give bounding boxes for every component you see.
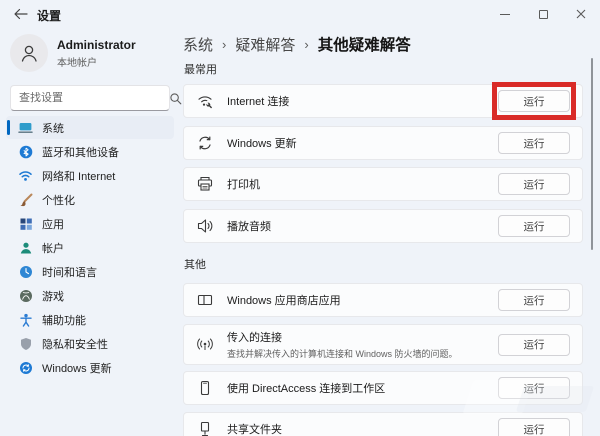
sidebar-item-windows-update[interactable]: Windows 更新 bbox=[6, 356, 174, 379]
sidebar: Administrator 本地帐户 系统 蓝牙和其他设备 网络和 Intern… bbox=[0, 28, 180, 436]
minimize-button[interactable] bbox=[486, 0, 524, 28]
titlebar: 设置 bbox=[0, 0, 600, 28]
row-label: 使用 DirectAccess 连接到工作区 bbox=[227, 380, 385, 396]
sidebar-item-time-language[interactable]: 时间和语言 bbox=[6, 260, 174, 283]
sidebar-item-label: 应用 bbox=[42, 216, 64, 232]
xbox-icon bbox=[18, 288, 33, 303]
accessibility-person-icon bbox=[18, 312, 33, 327]
user-name: Administrator bbox=[57, 38, 136, 52]
breadcrumb-separator: › bbox=[222, 37, 226, 52]
maximize-button[interactable] bbox=[524, 0, 562, 28]
sidebar-item-label: 网络和 Internet bbox=[42, 168, 115, 184]
troubleshooter-row-directaccess: 使用 DirectAccess 连接到工作区 运行 bbox=[183, 371, 583, 405]
apps-grid-icon bbox=[18, 216, 33, 231]
breadcrumb-system[interactable]: 系统 bbox=[183, 34, 213, 55]
maximize-icon bbox=[539, 10, 548, 19]
shared-folder-icon bbox=[196, 420, 214, 436]
sidebar-item-label: 时间和语言 bbox=[42, 264, 97, 280]
troubleshooter-row-store-apps: Windows 应用商店应用 运行 bbox=[183, 283, 583, 317]
sidebar-item-accessibility[interactable]: 辅助功能 bbox=[6, 308, 174, 331]
run-button-incoming-connections[interactable]: 运行 bbox=[498, 334, 570, 356]
row-subtitle: 查找并解决传入的计算机连接和 Windows 防火墙的问题。 bbox=[227, 347, 458, 360]
wifi-wrench-icon bbox=[196, 92, 214, 110]
window-title: 设置 bbox=[37, 7, 61, 24]
section-other: 其他 bbox=[184, 256, 206, 272]
system-icon bbox=[18, 120, 33, 135]
run-button-directaccess[interactable]: 运行 bbox=[498, 377, 570, 399]
user-account-type: 本地帐户 bbox=[57, 54, 136, 69]
sidebar-item-bluetooth-devices[interactable]: 蓝牙和其他设备 bbox=[6, 140, 174, 163]
troubleshooter-row-internet: Internet 连接 运行 bbox=[183, 84, 583, 118]
row-label: Windows 应用商店应用 bbox=[227, 292, 341, 308]
update-icon bbox=[18, 360, 33, 375]
breadcrumb-troubleshoot[interactable]: 疑难解答 bbox=[235, 34, 295, 55]
sidebar-item-apps[interactable]: 应用 bbox=[6, 212, 174, 235]
brush-icon bbox=[18, 192, 33, 207]
troubleshooter-row-shared-folders: 共享文件夹 运行 bbox=[183, 412, 583, 436]
bluetooth-icon bbox=[18, 144, 33, 159]
account-person-icon bbox=[18, 240, 33, 255]
sidebar-item-network-internet[interactable]: 网络和 Internet bbox=[6, 164, 174, 187]
shield-icon bbox=[18, 336, 33, 351]
back-arrow-icon bbox=[14, 8, 28, 20]
breadcrumb-separator: › bbox=[304, 37, 308, 52]
sidebar-item-label: 辅助功能 bbox=[42, 312, 86, 328]
row-label: Internet 连接 bbox=[227, 93, 289, 109]
row-label: 播放音频 bbox=[227, 218, 271, 234]
minimize-icon bbox=[500, 14, 510, 15]
troubleshooter-row-printer: 打印机 运行 bbox=[183, 167, 583, 201]
page-title: 其他疑难解答 bbox=[318, 33, 411, 55]
workplace-device-icon bbox=[196, 379, 214, 397]
back-button[interactable] bbox=[10, 5, 32, 23]
store-icon bbox=[196, 291, 214, 309]
avatar bbox=[10, 34, 48, 72]
sidebar-item-gaming[interactable]: 游戏 bbox=[6, 284, 174, 307]
run-button-store-apps[interactable]: 运行 bbox=[498, 289, 570, 311]
sidebar-item-label: 隐私和安全性 bbox=[42, 336, 108, 352]
sidebar-item-label: 个性化 bbox=[42, 192, 75, 208]
sync-icon bbox=[196, 134, 214, 152]
user-account[interactable]: Administrator 本地帐户 bbox=[10, 34, 136, 72]
troubleshooter-row-incoming-connections: 传入的连接 查找并解决传入的计算机连接和 Windows 防火墙的问题。 运行 bbox=[183, 324, 583, 365]
close-icon bbox=[576, 9, 586, 19]
row-label: 共享文件夹 bbox=[227, 421, 282, 436]
row-label: 传入的连接 bbox=[227, 329, 458, 345]
sidebar-item-personalization[interactable]: 个性化 bbox=[6, 188, 174, 211]
run-button-internet[interactable]: 运行 bbox=[498, 90, 570, 112]
troubleshooter-row-audio: 播放音频 运行 bbox=[183, 209, 583, 243]
printer-icon bbox=[196, 175, 214, 193]
troubleshooter-row-windows-update: Windows 更新 运行 bbox=[183, 126, 583, 160]
run-button-windows-update[interactable]: 运行 bbox=[498, 132, 570, 154]
scrollbar[interactable] bbox=[591, 58, 593, 250]
sidebar-item-label: 帐户 bbox=[42, 240, 64, 256]
sidebar-item-accounts[interactable]: 帐户 bbox=[6, 236, 174, 259]
clock-globe-icon bbox=[18, 264, 33, 279]
section-most-frequent: 最常用 bbox=[184, 61, 217, 77]
incoming-connection-icon bbox=[196, 336, 214, 354]
sidebar-item-label: Windows 更新 bbox=[42, 360, 112, 376]
settings-window: 设置 Administrator 本地帐户 bbox=[0, 0, 600, 436]
breadcrumb: 系统 › 疑难解答 › 其他疑难解答 bbox=[183, 33, 411, 55]
close-button[interactable] bbox=[562, 0, 600, 28]
search-input[interactable] bbox=[11, 92, 169, 104]
run-button-shared-folders[interactable]: 运行 bbox=[498, 418, 570, 436]
search-box[interactable] bbox=[10, 85, 170, 111]
run-button-audio[interactable]: 运行 bbox=[498, 215, 570, 237]
sidebar-item-label: 游戏 bbox=[42, 288, 64, 304]
wifi-icon bbox=[18, 168, 33, 183]
sidebar-item-privacy-security[interactable]: 隐私和安全性 bbox=[6, 332, 174, 355]
row-label: 打印机 bbox=[227, 176, 260, 192]
sidebar-item-label: 蓝牙和其他设备 bbox=[42, 144, 119, 160]
speaker-icon bbox=[196, 217, 214, 235]
sidebar-item-label: 系统 bbox=[42, 120, 64, 136]
sidebar-nav: 系统 蓝牙和其他设备 网络和 Internet 个性化 应用 帐户 bbox=[0, 116, 180, 380]
run-button-printer[interactable]: 运行 bbox=[498, 173, 570, 195]
row-label: Windows 更新 bbox=[227, 135, 297, 151]
sidebar-item-system[interactable]: 系统 bbox=[6, 116, 174, 139]
search-icon bbox=[169, 92, 182, 105]
